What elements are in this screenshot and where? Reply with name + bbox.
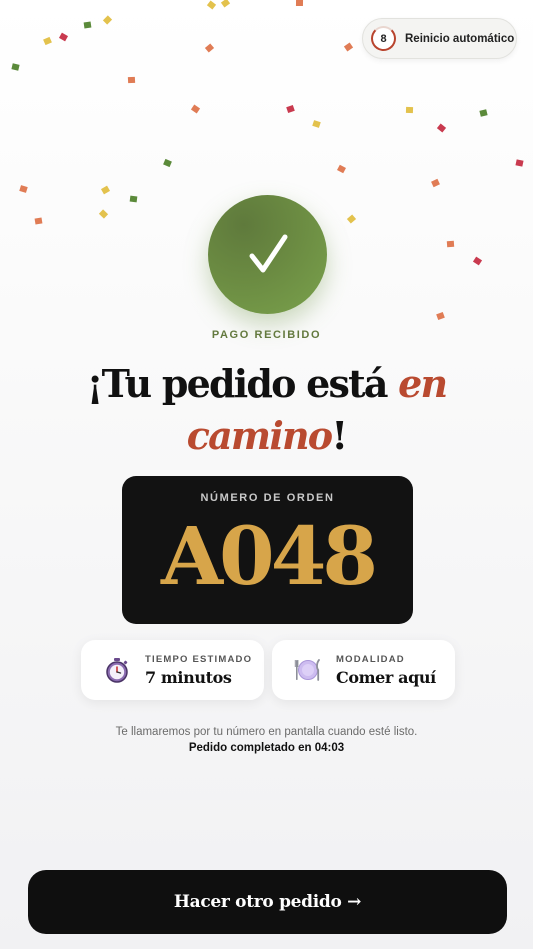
order-number: A048 xyxy=(160,509,378,603)
confetti-piece xyxy=(295,0,304,7)
confetti-piece xyxy=(58,32,69,42)
page-title: ¡Tu pedido está en camino! xyxy=(0,358,533,462)
confetti-piece xyxy=(220,0,231,8)
confetti-piece xyxy=(102,15,113,25)
auto-restart-timer[interactable]: 8 Reinicio automático xyxy=(362,18,517,59)
pickup-note: Te llamaremos por tu número en pantalla … xyxy=(115,726,418,738)
confetti-piece xyxy=(337,164,346,174)
confetti-piece xyxy=(515,159,524,167)
order-number-label: NÚMERO DE ORDEN xyxy=(200,492,335,504)
confetti-piece xyxy=(129,195,138,203)
confetti-piece xyxy=(34,217,43,225)
confetti-piece xyxy=(83,21,92,29)
confetti-piece xyxy=(43,36,52,46)
confetti-piece xyxy=(206,0,217,10)
confetti-piece xyxy=(431,178,440,188)
countdown-ring: 8 xyxy=(371,26,396,51)
confetti-piece xyxy=(436,123,447,133)
order-number-card: NÚMERO DE ORDEN A048 xyxy=(122,476,413,624)
title-end: ! xyxy=(331,413,348,458)
estimated-time-label: TIEMPO ESTIMADO xyxy=(145,653,253,665)
title-accent-2: camino xyxy=(186,413,333,458)
confetti-piece xyxy=(100,185,111,195)
order-completed-time: Pedido completado en 04:03 xyxy=(188,742,345,754)
order-mode-label: MODALIDAD xyxy=(336,653,405,665)
success-check-icon xyxy=(208,195,327,314)
confetti-piece xyxy=(127,76,136,84)
confetti-piece xyxy=(472,256,483,266)
confetti-piece xyxy=(446,240,455,248)
auto-restart-label: Reinicio automático xyxy=(405,32,515,45)
title-accent-1: en xyxy=(398,361,448,406)
confetti-piece xyxy=(98,209,109,219)
order-mode-card: MODALIDAD Comer aquí xyxy=(272,640,455,700)
confetti-piece xyxy=(436,311,445,321)
confetti-piece xyxy=(163,158,172,168)
new-order-button[interactable]: Hacer otro pedido → xyxy=(28,870,507,934)
stopwatch-icon xyxy=(103,656,131,684)
confetti-piece xyxy=(19,185,28,193)
plate-cutlery-icon xyxy=(294,656,322,684)
estimated-time-value: 7 minutos xyxy=(145,667,232,687)
payment-status-label: PAGO RECIBIDO xyxy=(211,329,322,341)
confetti-piece xyxy=(343,42,354,52)
new-order-button-label: Hacer otro pedido → xyxy=(173,892,362,912)
order-mode-value: Comer aquí xyxy=(336,667,436,687)
confetti-piece xyxy=(204,43,215,53)
confetti-piece xyxy=(479,109,488,117)
confetti-piece xyxy=(405,106,414,114)
confetti-piece xyxy=(312,120,321,128)
confetti-piece xyxy=(346,214,357,224)
confetti-piece xyxy=(190,104,201,114)
confetti-piece xyxy=(286,105,295,113)
confetti-piece xyxy=(11,63,20,71)
title-main: ¡Tu pedido está xyxy=(86,361,399,406)
estimated-time-card: TIEMPO ESTIMADO 7 minutos xyxy=(81,640,264,700)
